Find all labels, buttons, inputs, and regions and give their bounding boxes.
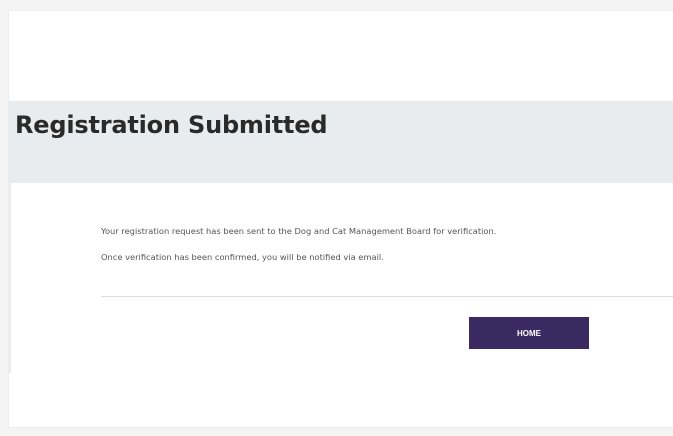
page-title: Registration Submitted [15,111,328,139]
divider [101,296,673,297]
confirmation-message-line-2: Once verification has been confirmed, yo… [101,252,384,262]
page: Registration Submitted Your registration… [0,0,673,436]
home-button[interactable]: HOME [469,317,589,349]
card-edge [9,183,11,373]
confirmation-message-line-1: Your registration request has been sent … [101,226,497,236]
content-card: Registration Submitted Your registration… [8,10,673,428]
